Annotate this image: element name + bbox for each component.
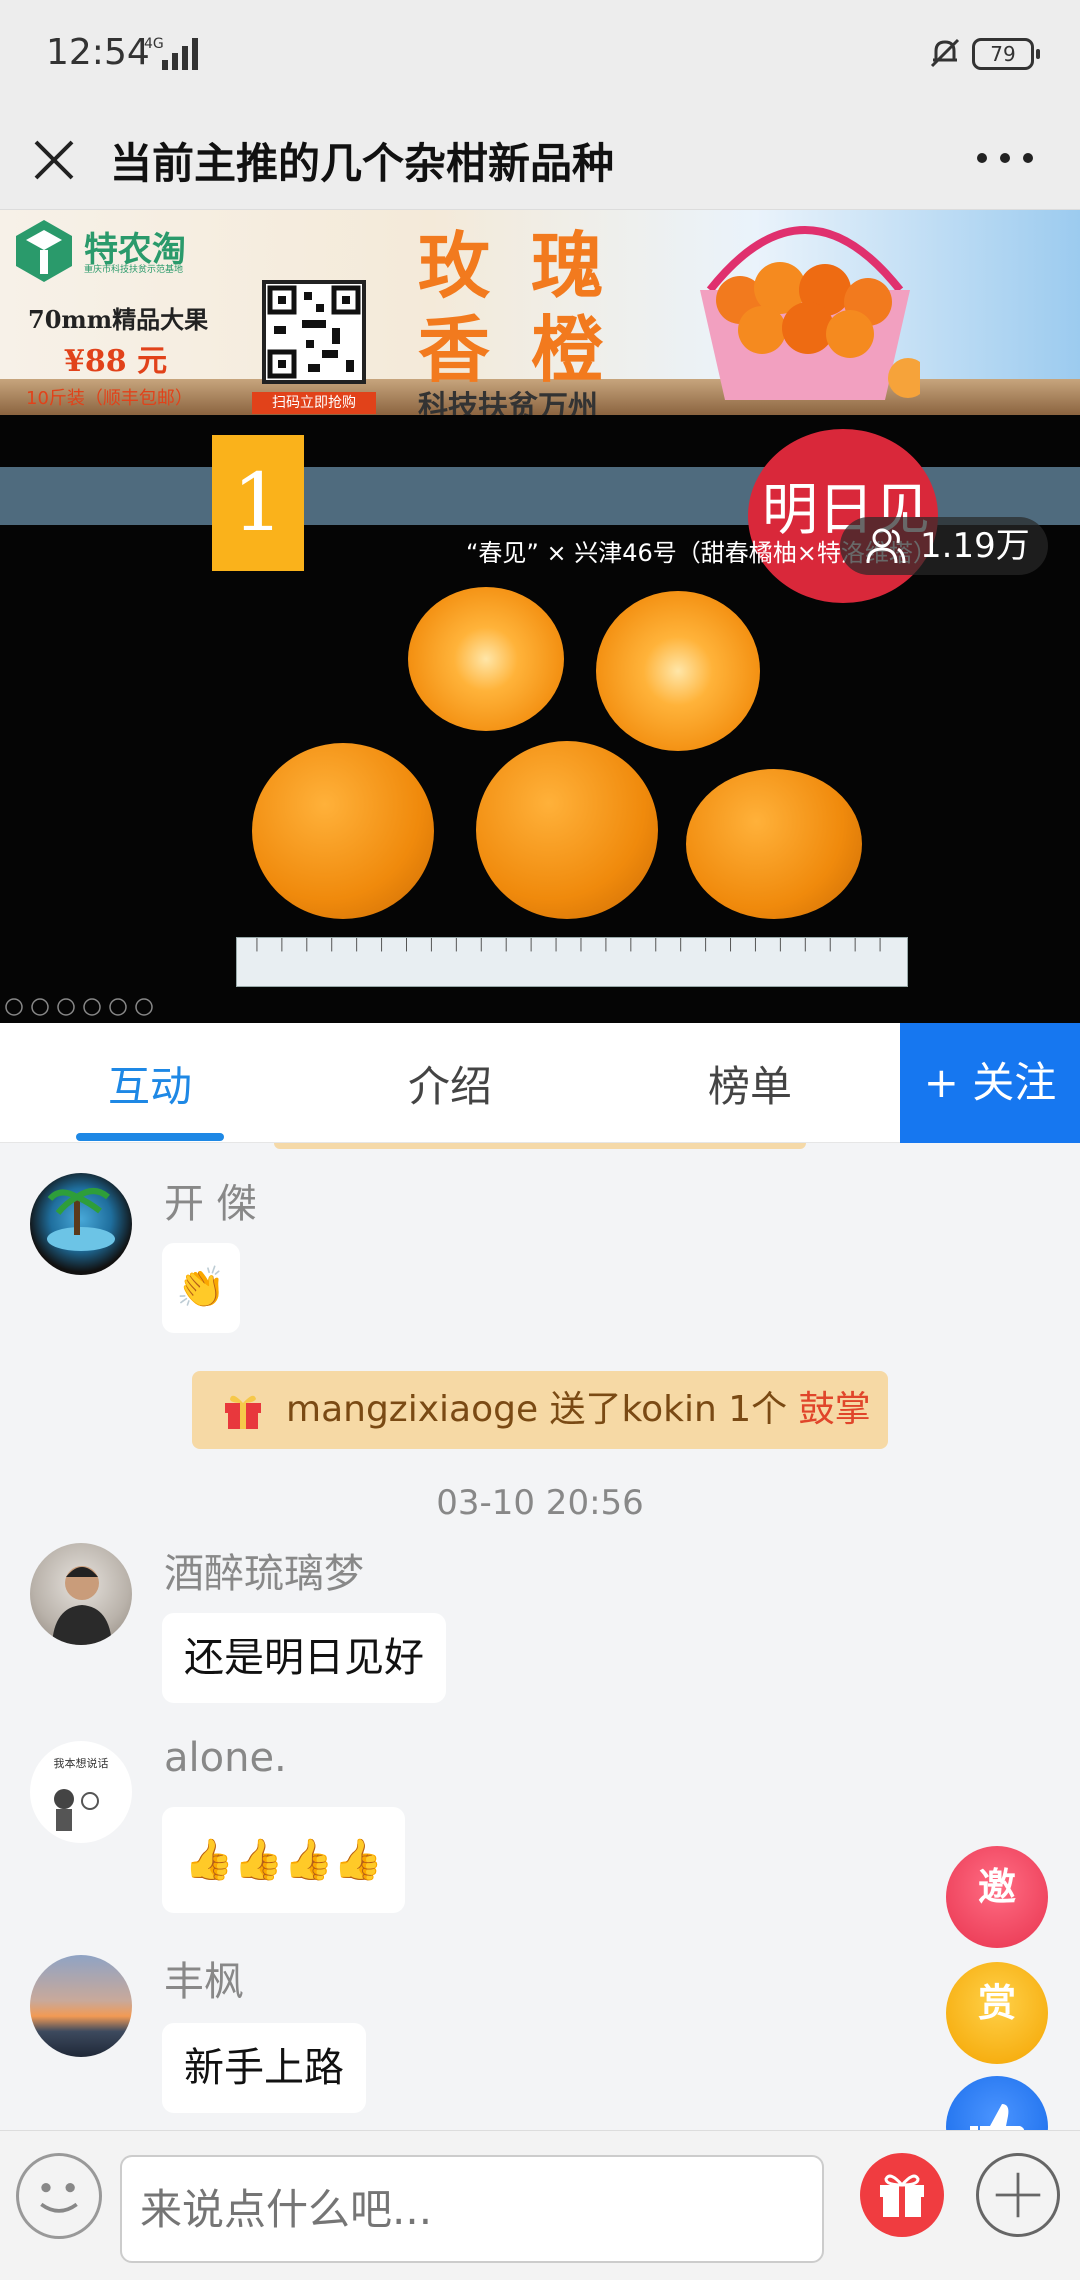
tab-intro[interactable]: 介绍 xyxy=(408,1053,492,1114)
qr-label: 扫码立即抢购 xyxy=(252,392,376,414)
banner-slogan: 科技扶贫万州 xyxy=(418,390,598,415)
gift-name: 鼓掌 xyxy=(798,1389,871,1430)
promo-banner[interactable]: 特农淘 重庆市科技扶贫示范基地 70mm精品大果 ¥88 元 10斤装（顺丰包邮… xyxy=(0,210,1080,415)
message-nickname: alone. xyxy=(164,1735,287,1781)
message-bubble: 新手上路 xyxy=(162,2023,366,2113)
battery-indicator: 79 xyxy=(972,38,1040,70)
gift-notice-text: mangzixiaoge 送了kokin 1个 xyxy=(286,1389,799,1430)
gift-notice: mangzixiaoge 送了kokin 1个 鼓掌 xyxy=(192,1371,888,1449)
video-player[interactable]: 1 明日见 “春见” × 兴津46号（甜春橘柚×特洛维塔） 1.19万 xyxy=(0,415,1080,1023)
tab-bar: 互动 介绍 榜单 + 关注 xyxy=(0,1023,1080,1143)
slide-number: 1 xyxy=(212,435,304,571)
promo-shipping: 10斤装（顺丰包邮） xyxy=(26,388,193,409)
banner-headline-line2: 香 橙 xyxy=(418,307,612,392)
message-bubble: 👏 xyxy=(162,1243,240,1333)
invite-button[interactable]: 邀 xyxy=(946,1846,1048,1948)
send-gift-icon[interactable] xyxy=(860,2153,944,2237)
emoji-icon[interactable] xyxy=(16,2153,102,2239)
message-nickname: 开 傑 xyxy=(164,1181,257,1227)
message-nickname: 酒醉琉璃梦 xyxy=(164,1551,364,1597)
chat-feed[interactable]: 开 傑 👏 mangzixiaoge 送了kokin 1个 鼓掌 03-10 2… xyxy=(0,1143,1080,2130)
reward-button[interactable]: 赏 xyxy=(946,1962,1048,2064)
message-bubble: 还是明日见好 xyxy=(162,1613,446,1703)
title-bar: 当前主推的几个杂柑新品种 xyxy=(0,108,1080,210)
signal-icon xyxy=(162,38,198,70)
avatar[interactable] xyxy=(30,1955,132,2057)
avatar[interactable] xyxy=(30,1543,132,1645)
mute-bell-icon xyxy=(930,38,960,68)
fruit-whole-2 xyxy=(476,741,658,919)
promo-price: ¥88 元 xyxy=(64,344,168,379)
message-bubble: 👍👍👍👍 xyxy=(162,1807,406,1913)
active-tab-indicator xyxy=(76,1133,224,1141)
plus-icon[interactable] xyxy=(976,2153,1060,2237)
message-nickname: 丰枫 xyxy=(164,1959,244,2005)
follow-button[interactable]: + 关注 xyxy=(900,1023,1080,1143)
qr-code-icon xyxy=(262,280,366,384)
avatar[interactable] xyxy=(30,1173,132,1275)
close-icon[interactable] xyxy=(30,128,80,188)
status-time: 12:54 xyxy=(46,32,150,73)
banner-headline: 玫 瑰 香 橙 xyxy=(418,224,611,392)
avatar[interactable]: 我本想说话 xyxy=(30,1741,132,1843)
message-timestamp: 03-10 20:56 xyxy=(436,1483,644,1523)
page-title: 当前主推的几个杂柑新品种 xyxy=(110,139,615,188)
orange-basket-image xyxy=(700,226,920,400)
avatar-caption: 我本想说话 xyxy=(54,1756,109,1770)
fruit-half-2 xyxy=(596,591,760,751)
tab-ranking[interactable]: 榜单 xyxy=(708,1053,792,1114)
status-bar: 12:54 4G 79 xyxy=(0,0,1080,108)
promo-size: 70mm精品大果 xyxy=(28,305,209,334)
fruit-whole-1 xyxy=(252,743,434,919)
banner-headline-line1: 玫 瑰 xyxy=(418,223,612,308)
more-options-icon[interactable] xyxy=(972,128,1038,188)
tab-interaction[interactable]: 互动 xyxy=(108,1053,192,1114)
slide-controls-icon[interactable] xyxy=(4,997,174,1017)
previous-notice-edge xyxy=(274,1143,806,1149)
measuring-ruler xyxy=(236,937,908,987)
message-input[interactable] xyxy=(120,2155,824,2263)
viewers-icon xyxy=(866,528,906,564)
input-bar xyxy=(0,2130,1080,2280)
brand-logo-icon xyxy=(16,220,72,282)
fruit-whole-3 xyxy=(686,769,862,919)
fruit-half-1 xyxy=(408,587,564,731)
brand-subtitle: 重庆市科技扶贫示范基地 xyxy=(84,265,184,275)
gift-icon xyxy=(225,1395,261,1429)
